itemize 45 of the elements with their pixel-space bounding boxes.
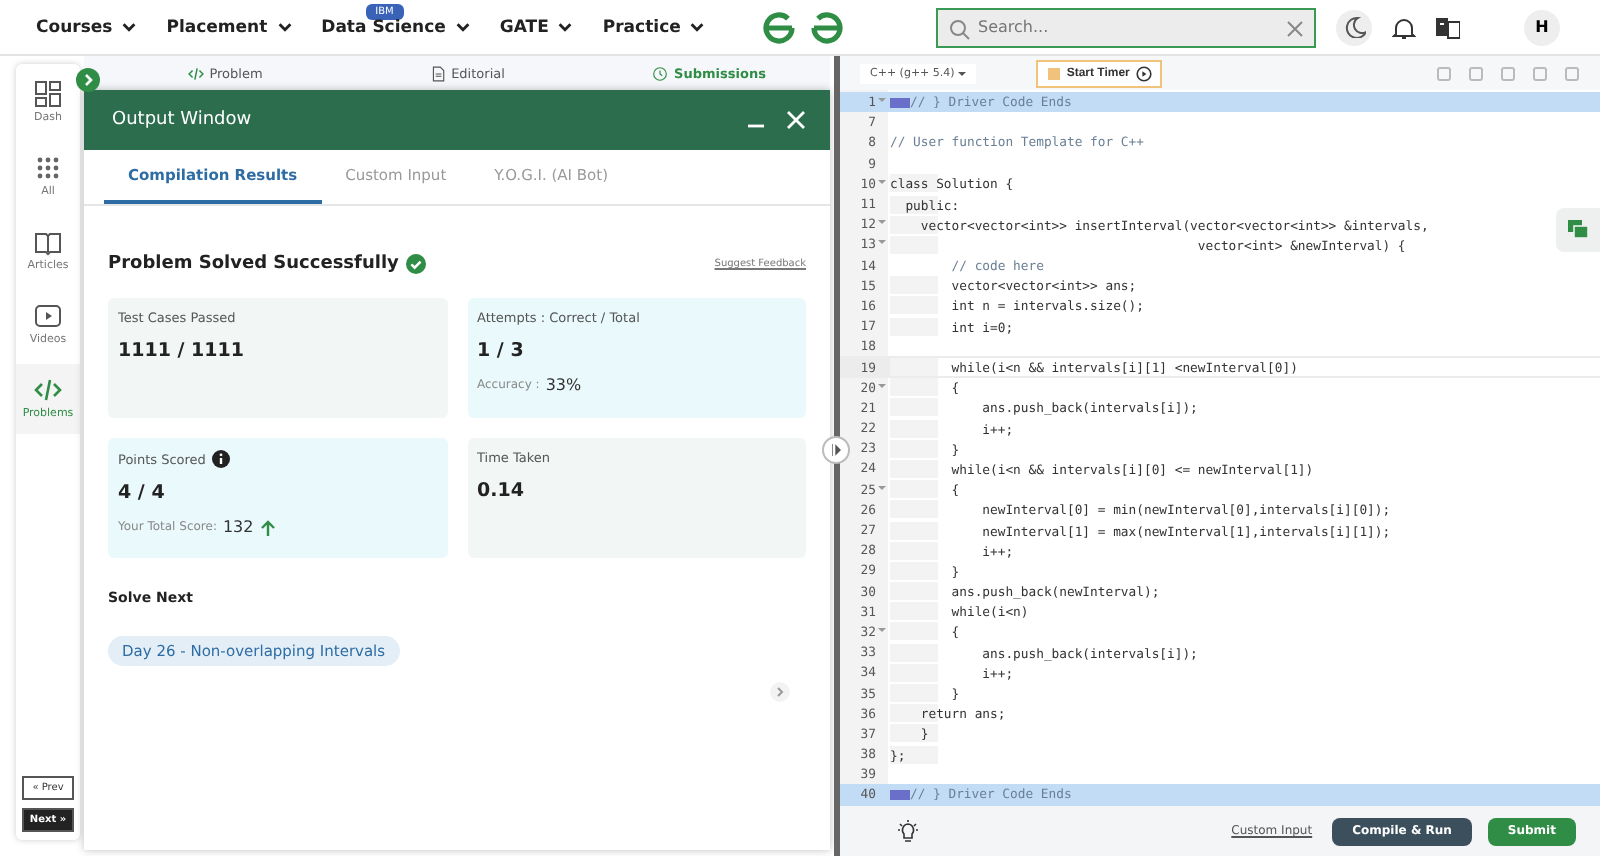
search-field[interactable]: Search... xyxy=(936,7,1316,47)
lightbulb-icon[interactable] xyxy=(896,819,920,843)
book-icon xyxy=(34,228,62,256)
timer-icon xyxy=(1046,66,1061,80)
status-heading: Problem Solved Successfully xyxy=(108,254,399,274)
chevron-right-icon[interactable] xyxy=(76,68,100,92)
grid-icon xyxy=(34,80,62,108)
caret-down-icon xyxy=(956,68,967,78)
document-icon xyxy=(429,65,446,81)
play-circle-icon xyxy=(1135,65,1152,81)
nav-menu-item[interactable]: GATE xyxy=(499,17,575,37)
stat-value: 1 / 3 xyxy=(477,340,526,362)
nav-menu-item[interactable]: Data Science xyxy=(321,17,472,37)
chevron-down-icon xyxy=(120,18,139,36)
logo-icon[interactable] xyxy=(762,10,844,46)
stat-value: 0.14 xyxy=(477,480,526,502)
close-icon[interactable] xyxy=(1286,19,1304,37)
chat-icon[interactable] xyxy=(1568,220,1588,240)
resize-handle-icon[interactable] xyxy=(831,444,841,456)
code-icon xyxy=(34,376,62,404)
nav-menu-item[interactable]: Placement xyxy=(166,17,294,37)
video-icon xyxy=(34,302,62,330)
user-avatar[interactable]: H xyxy=(1524,9,1560,45)
nav-menu-item[interactable]: Practice xyxy=(602,17,707,37)
folded-code-marker[interactable] xyxy=(890,789,910,800)
stat-note-value: 33% xyxy=(545,376,582,394)
square-icon[interactable] xyxy=(1532,65,1548,81)
output-window-title: Output Window xyxy=(112,110,254,130)
check-circle-icon xyxy=(406,254,427,274)
bell-icon[interactable] xyxy=(1392,15,1416,39)
stat-value: 4 / 4 xyxy=(118,482,167,504)
chevron-down-icon xyxy=(556,18,575,36)
stat-value: 1111 / 1111 xyxy=(118,340,246,362)
code-icon xyxy=(187,65,204,81)
dots-grid-icon xyxy=(34,154,62,182)
stat-note-value: 132 xyxy=(222,518,254,536)
chevron-down-icon xyxy=(688,18,707,36)
chevron-down-icon xyxy=(275,18,294,36)
translate-icon[interactable] xyxy=(1436,15,1460,39)
folded-code-marker[interactable] xyxy=(890,97,910,108)
clock-icon xyxy=(652,65,669,81)
moon-icon[interactable] xyxy=(1343,16,1365,38)
nav-menu-item[interactable]: Courses xyxy=(36,17,139,37)
search-icon xyxy=(948,17,970,39)
chevron-down-icon xyxy=(453,18,472,36)
